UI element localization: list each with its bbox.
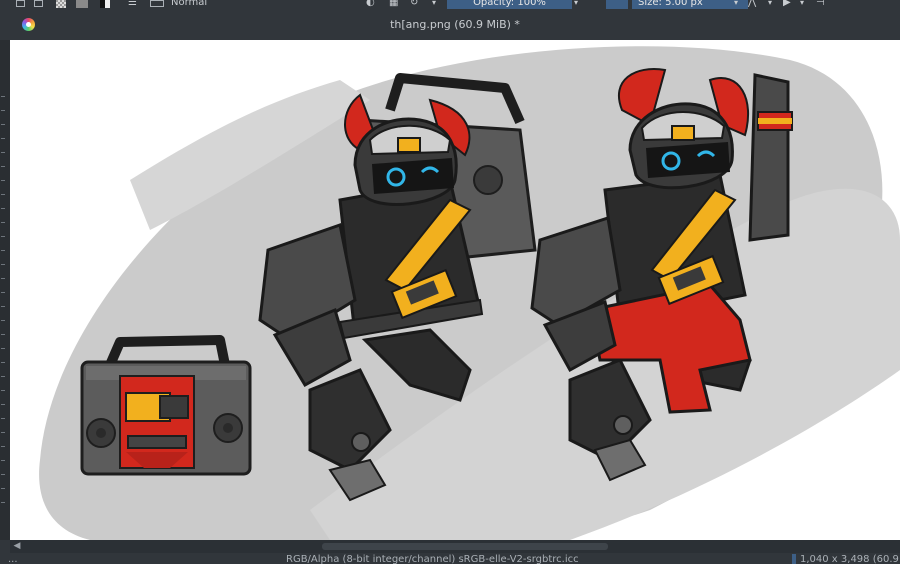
dock-handle-icon <box>1 250 5 251</box>
horizontal-scrollbar[interactable]: ◀ <box>10 540 900 553</box>
dock-handle-icon <box>1 474 5 475</box>
mirror-horizontal-icon[interactable]: ⋀ <box>748 0 756 9</box>
dock-handle-icon <box>1 362 5 363</box>
wrap-options-icon[interactable]: ▾ <box>800 0 804 9</box>
dock-handle-icon <box>1 110 5 111</box>
wrap-around-icon[interactable]: ▶ <box>783 0 791 9</box>
document-tab-title[interactable]: th[ang.png (60.9 MiB) * <box>10 18 900 31</box>
options-menu-icon[interactable]: ⊣ <box>816 0 825 9</box>
dock-handle-icon <box>1 348 5 349</box>
dock-handle-icon <box>1 376 5 377</box>
dock-handle-icon <box>1 264 5 265</box>
dock-handle-icon <box>1 222 5 223</box>
dock-handle-icon <box>1 138 5 139</box>
dock-handle-icon <box>1 194 5 195</box>
chevron-down-icon[interactable]: ▾ <box>432 0 436 9</box>
pattern-swatch-icon[interactable] <box>56 0 66 8</box>
left-dock-strip <box>0 40 10 540</box>
dock-handle-icon <box>1 446 5 447</box>
dock-handle-icon <box>1 236 5 237</box>
dock-handle-icon <box>1 502 5 503</box>
flow-slider[interactable] <box>606 0 628 9</box>
blend-mode-select[interactable]: Normal <box>171 0 207 9</box>
opacity-slider[interactable]: Opacity: 100% <box>447 0 572 9</box>
reload-preset-icon[interactable]: ↻ <box>410 0 418 9</box>
status-bar: ... RGB/Alpha (8-bit integer/channel) sR… <box>0 553 900 564</box>
status-brush-name: ... <box>8 554 18 564</box>
size-stepper-icon[interactable]: ▾ <box>734 0 738 9</box>
dock-handle-icon <box>1 180 5 181</box>
document-tab-bar: th[ang.png (60.9 MiB) * <box>10 9 900 40</box>
dock-handle-icon <box>1 124 5 125</box>
status-image-size: 1,040 x 3,498 (60.9 MiB) <box>800 554 900 564</box>
dock-handle-icon <box>1 390 5 391</box>
new-document-icon[interactable] <box>16 0 25 7</box>
dock-handle-icon <box>1 96 5 97</box>
scroll-left-arrow-icon[interactable]: ◀ <box>10 540 24 553</box>
dock-handle-icon <box>1 488 5 489</box>
dock-handle-icon <box>1 292 5 293</box>
mirror-options-icon[interactable]: ▾ <box>768 0 772 9</box>
fg-bg-color-icon[interactable] <box>100 0 110 8</box>
dock-handle-icon <box>1 418 5 419</box>
dock-handle-icon <box>1 460 5 461</box>
size-slider[interactable]: Size: 5.00 px <box>632 0 748 9</box>
scrollbar-thumb[interactable] <box>322 543 608 550</box>
dock-handle-icon <box>1 320 5 321</box>
status-indicator <box>792 554 796 564</box>
tool-options-bar: ☰ Normal ◐ ▦ ↻ ▾ Opacity: 100% ▾ Size: 5… <box>0 0 900 9</box>
open-document-icon[interactable] <box>34 0 43 7</box>
dock-handle-icon <box>1 306 5 307</box>
status-color-profile: RGB/Alpha (8-bit integer/channel) sRGB-e… <box>286 554 579 564</box>
eraser-mode-icon[interactable]: ◐ <box>366 0 375 9</box>
artwork-image <box>39 46 900 540</box>
brush-preset-icon[interactable] <box>150 0 164 7</box>
dock-handle-icon <box>1 278 5 279</box>
dock-handle-icon <box>1 334 5 335</box>
alpha-lock-icon[interactable]: ▦ <box>389 0 398 9</box>
opacity-stepper-icon[interactable]: ▾ <box>574 0 578 9</box>
dock-handle-icon <box>1 166 5 167</box>
dock-handle-icon <box>1 432 5 433</box>
dock-handle-icon <box>1 208 5 209</box>
list-icon[interactable]: ☰ <box>128 0 137 9</box>
dock-handle-icon <box>1 152 5 153</box>
gradient-swatch-icon[interactable] <box>76 0 88 8</box>
dock-handle-icon <box>1 404 5 405</box>
drawing-canvas[interactable] <box>10 40 900 540</box>
